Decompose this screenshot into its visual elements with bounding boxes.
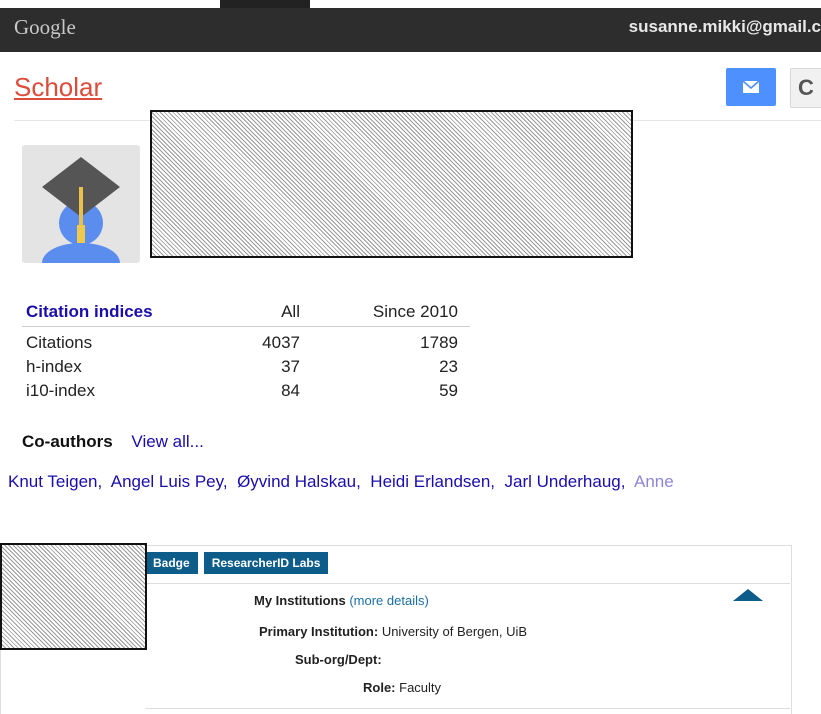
account-email[interactable]: susanne.mikki@gmail.c — [629, 17, 821, 37]
citation-indices-table: Citation indices All Since 2010 Citation… — [22, 300, 470, 403]
coauthor-link[interactable]: Knut Teigen, — [8, 472, 102, 491]
suborg-label: Sub-org/Dept: — [295, 652, 382, 667]
graduation-avatar-icon — [42, 157, 120, 263]
coauthors-header: Co-authors View all... — [22, 432, 204, 452]
google-logo[interactable]: Google — [14, 15, 76, 40]
coauthor-list: Knut Teigen, Angel Luis Pey, Øyvind Hals… — [8, 472, 674, 492]
row-all-value: 37 — [281, 357, 300, 376]
more-details-link[interactable]: (more details) — [349, 593, 428, 608]
role-line: Role: Faculty — [363, 680, 441, 695]
coauthor-link[interactable]: Anne — [634, 472, 674, 491]
google-top-bar: Google susanne.mikki@gmail.c — [0, 0, 821, 52]
row-label: h-index — [26, 357, 82, 376]
citation-row: Citations 4037 1789 — [22, 331, 470, 355]
tab-badge[interactable]: Badge — [145, 552, 198, 574]
top-strip-tab — [220, 0, 310, 8]
follow-icon: C — [798, 75, 814, 100]
scholar-logo-link[interactable]: Scholar — [14, 72, 102, 103]
row-all-value: 84 — [281, 381, 300, 400]
role-value: Faculty — [399, 680, 442, 695]
view-all-coauthors-link[interactable]: View all... — [131, 432, 203, 451]
researcherid-tabs: Badge ResearcherID Labs — [145, 552, 334, 574]
coauthor-link[interactable]: Angel Luis Pey, — [111, 472, 228, 491]
collapse-triangle-icon[interactable] — [733, 589, 763, 601]
row-label: Citations — [26, 333, 93, 352]
institutions-heading: My Institutions (more details) — [254, 593, 429, 608]
citation-row: h-index 37 23 — [22, 355, 470, 379]
researcherid-bottom-rule — [145, 708, 790, 709]
coauthor-link[interactable]: Jarl Underhaug, — [505, 472, 626, 491]
coauthor-link[interactable]: Øyvind Halskau, — [237, 472, 361, 491]
row-since-value: 1789 — [420, 333, 458, 352]
citation-indices-title[interactable]: Citation indices — [26, 302, 153, 322]
redacted-researcherid-logo — [0, 543, 147, 650]
institutions-label: My Institutions — [254, 593, 346, 608]
col-since-header: Since 2010 — [372, 302, 458, 321]
profile-avatar — [22, 145, 140, 263]
primary-institution-value: University of Bergen, UiB — [381, 624, 528, 639]
primary-institution-line: Primary Institution: University of Berge… — [259, 624, 527, 639]
email-alert-button[interactable] — [726, 68, 776, 106]
row-all-value: 4037 — [262, 333, 300, 352]
coauthor-link[interactable]: Heidi Erlandsen, — [370, 472, 495, 491]
role-label: Role: — [363, 680, 396, 695]
redacted-profile-info — [150, 110, 633, 258]
top-white-strip — [0, 0, 821, 8]
citation-row: i10-index 84 59 — [22, 379, 470, 403]
citation-table-header: Citation indices All Since 2010 — [22, 300, 470, 327]
coauthors-label: Co-authors — [22, 432, 113, 451]
primary-institution-label: Primary Institution: — [259, 624, 379, 639]
row-label: i10-index — [26, 381, 95, 400]
row-since-value: 23 — [439, 357, 458, 376]
col-all-header: All — [281, 302, 300, 321]
suborg-line: Sub-org/Dept: — [295, 652, 382, 667]
envelope-icon — [743, 81, 759, 93]
researcherid-divider — [145, 583, 790, 584]
tab-researcherid-labs[interactable]: ResearcherID Labs — [203, 552, 329, 574]
row-since-value: 59 — [439, 381, 458, 400]
follow-button[interactable]: C — [790, 68, 821, 108]
